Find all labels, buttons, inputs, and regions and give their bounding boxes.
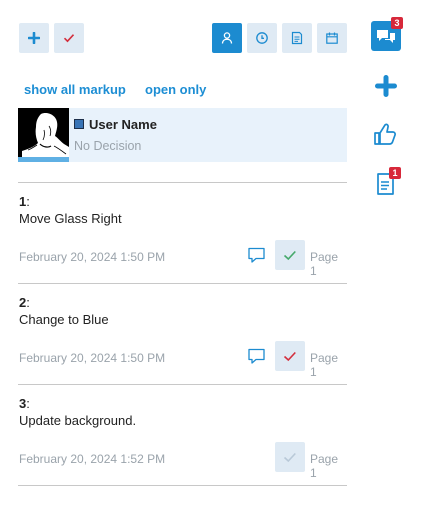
item-number: 2: [19, 295, 30, 310]
filter-date-button[interactable] [317, 23, 347, 53]
avatar [18, 108, 69, 159]
comments-count-badge: 3 [391, 17, 403, 29]
approve-button[interactable] [275, 341, 305, 371]
item-date: February 20, 2024 1:52 PM [19, 452, 166, 466]
filter-user-button[interactable] [212, 23, 242, 53]
markup-list-panel-button[interactable]: 1 [376, 167, 401, 196]
approve-button[interactable] [275, 442, 305, 472]
filter-status-button[interactable] [247, 23, 277, 53]
avatar-color-bar [18, 157, 69, 162]
item-title: Change to Blue [19, 312, 109, 327]
filter-page-button[interactable] [282, 23, 312, 53]
comment-icon[interactable] [247, 246, 267, 264]
markup-count-badge: 1 [389, 167, 401, 179]
document-icon [291, 31, 303, 45]
user-icon [221, 32, 233, 44]
check-icon [283, 452, 296, 462]
divider [18, 283, 347, 284]
open-only-link[interactable]: open only [145, 82, 206, 97]
item-number: 1: [19, 194, 30, 209]
approve-button[interactable] [275, 240, 305, 270]
item-date: February 20, 2024 1:50 PM [19, 351, 166, 365]
thumbs-up-icon [374, 123, 396, 145]
check-icon [63, 34, 75, 43]
comments-panel-button[interactable]: 3 [371, 17, 403, 51]
item-page: Page 1 [310, 250, 339, 278]
user-decision-status: No Decision [74, 139, 142, 153]
check-icon [283, 351, 296, 361]
divider [18, 485, 347, 486]
item-title: Move Glass Right [19, 211, 122, 226]
plus-icon [375, 75, 397, 97]
user-name: User Name [89, 117, 157, 132]
approve-panel-button[interactable] [373, 121, 397, 147]
comment-icon[interactable] [247, 347, 267, 365]
approve-all-button[interactable] [54, 23, 84, 53]
item-date: February 20, 2024 1:50 PM [19, 250, 166, 264]
item-number: 3: [19, 396, 30, 411]
divider [18, 384, 347, 385]
item-number-sep: : [26, 295, 30, 310]
add-panel-button[interactable] [375, 75, 397, 97]
markup-item[interactable]: 2: Change to Blue February 20, 2024 1:50… [18, 295, 347, 395]
item-page: Page 1 [310, 351, 339, 379]
markup-item[interactable]: 1: Move Glass Right February 20, 2024 1:… [18, 194, 347, 294]
clock-icon [256, 32, 268, 44]
divider [18, 182, 347, 183]
plus-icon [28, 32, 40, 44]
show-all-markup-link[interactable]: show all markup [24, 82, 126, 97]
item-page: Page 1 [310, 452, 339, 480]
user-row[interactable]: User Name No Decision [18, 108, 347, 162]
item-number-sep: : [26, 396, 30, 411]
item-title: Update background. [19, 413, 137, 428]
check-icon [283, 250, 296, 260]
item-number-sep: : [26, 194, 30, 209]
user-color-swatch [74, 119, 84, 129]
add-markup-button[interactable] [19, 23, 49, 53]
calendar-icon [326, 32, 338, 44]
markup-item[interactable]: 3: Update background. February 20, 2024 … [18, 396, 347, 496]
